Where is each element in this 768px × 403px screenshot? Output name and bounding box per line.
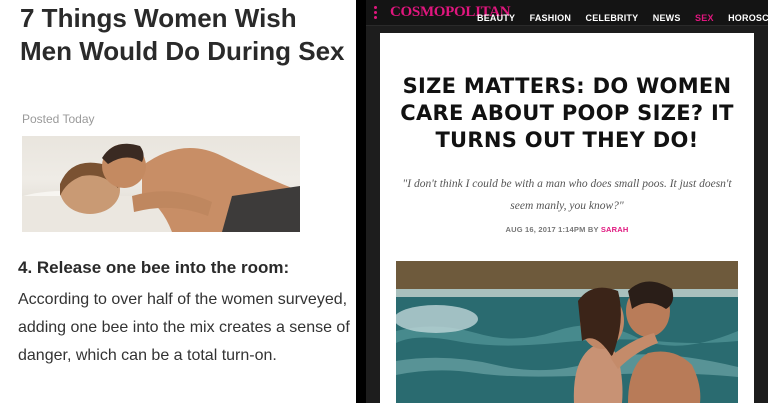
couple-in-bed-photo <box>22 136 300 232</box>
site-navbar: COSMOPOLITAN BEAUTY FASHION CELEBRITY NE… <box>366 0 768 26</box>
nav-item-celebrity[interactable]: CELEBRITY <box>586 13 639 23</box>
couple-illustration <box>22 143 300 232</box>
nav-item-beauty[interactable]: BEAUTY <box>477 13 515 23</box>
nav-item-news[interactable]: NEWS <box>653 13 681 23</box>
list-item-heading: 4. Release one bee into the room: <box>18 258 290 277</box>
article-title: 7 Things Women Wish Men Would Do During … <box>20 3 345 66</box>
posted-date: Posted Today <box>22 112 95 126</box>
left-article-panel: 7 Things Women Wish Men Would Do During … <box>0 0 356 403</box>
article-card: SIZE MATTERS: DO WOMEN CARE ABOUT POOP S… <box>380 33 754 403</box>
nav-items: BEAUTY FASHION CELEBRITY NEWS SEX HOROSC… <box>477 8 768 26</box>
panel-divider <box>356 0 366 403</box>
article-dek-quote: "I don't think I could be with a man who… <box>402 178 732 212</box>
menu-dots-icon[interactable] <box>374 6 378 20</box>
byline-date: AUG 16, 2017 1:14PM <box>505 225 586 234</box>
hot-tub-couple-photo <box>396 261 738 403</box>
right-magazine-panel: COSMOPOLITAN BEAUTY FASHION CELEBRITY NE… <box>366 0 768 403</box>
article-headline: SIZE MATTERS: DO WOMEN CARE ABOUT POOP S… <box>400 74 734 152</box>
hot-tub-illustration <box>396 261 738 403</box>
list-item-body: According to over half of the women surv… <box>18 291 350 364</box>
nav-item-horoscopes[interactable]: HOROSCOPES <box>728 13 768 23</box>
byline-author-link[interactable]: SARAH <box>601 225 629 234</box>
byline-by: BY <box>587 225 599 234</box>
nav-item-fashion[interactable]: FASHION <box>530 13 571 23</box>
nav-item-sex[interactable]: SEX <box>695 13 714 23</box>
article-byline: AUG 16, 2017 1:14PM BY SARAH <box>380 225 754 234</box>
